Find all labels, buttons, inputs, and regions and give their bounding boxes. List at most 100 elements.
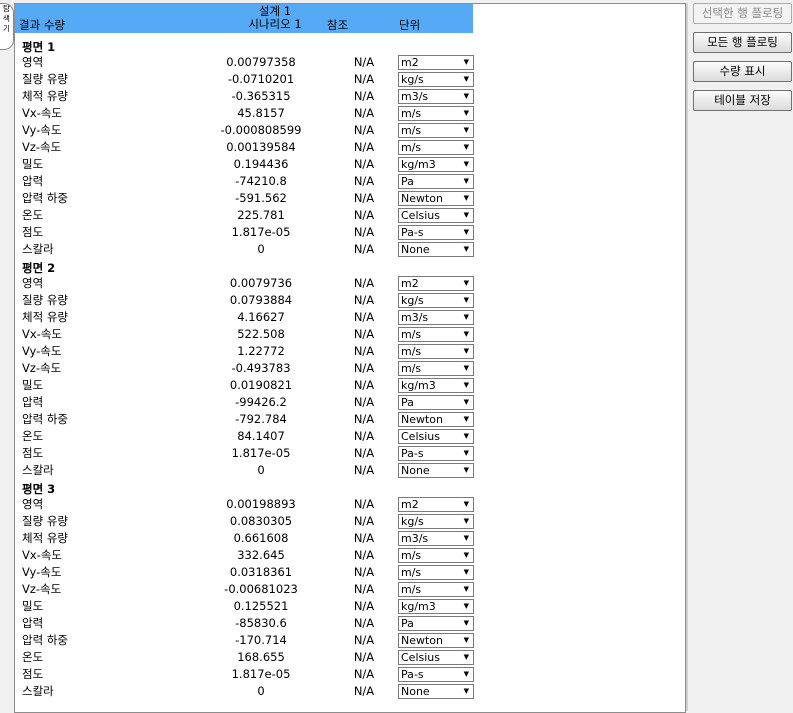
table-row[interactable]: 밀도 0.0190821 N/A kg/m3 ▼ [15,377,485,394]
table-row[interactable]: 압력 -99426.2 N/A Pa ▼ [15,394,485,411]
unit-select[interactable]: Pa ▼ [398,616,474,631]
plot-selected-rows-button[interactable]: 선택한 행 플로팅 [693,3,792,24]
unit-select[interactable]: kg/s ▼ [398,72,474,87]
unit-select[interactable]: None ▼ [398,242,474,257]
plot-all-rows-button[interactable]: 모든 행 플로팅 [693,32,792,53]
table-row[interactable]: 압력 하중 -591.562 N/A Newton ▼ [15,190,485,207]
table-row[interactable]: Vy-속도 1.22772 N/A m/s ▼ [15,343,485,360]
show-quantity-button[interactable]: 수량 표시 [693,61,792,82]
unit-select[interactable]: None ▼ [398,463,474,478]
table-row[interactable]: 체적 유량 0.661608 N/A m3/s ▼ [15,530,485,547]
unit-select[interactable]: Pa-s ▼ [398,446,474,461]
table-row[interactable]: Vz-속도 -0.493783 N/A m/s ▼ [15,360,485,377]
header-scenario[interactable]: 시나리오 1 [225,18,325,31]
dropdown-arrow-icon: ▼ [463,296,469,304]
unit-select[interactable]: m/s ▼ [398,548,474,563]
unit-select[interactable]: Celsius ▼ [398,429,474,444]
table-row[interactable]: 점도 1.817e-05 N/A Pa-s ▼ [15,666,485,683]
table-row[interactable]: 압력 -85830.6 N/A Pa ▼ [15,615,485,632]
table-row[interactable]: 질량 유량 0.0793884 N/A kg/s ▼ [15,292,485,309]
table-row[interactable]: Vx-속도 332.645 N/A m/s ▼ [15,547,485,564]
unit-select[interactable]: Newton ▼ [398,191,474,206]
unit-select[interactable]: m/s ▼ [398,361,474,376]
unit-select[interactable]: m/s ▼ [398,123,474,138]
table-row[interactable]: 질량 유량 -0.0710201 N/A kg/s ▼ [15,71,485,88]
table-row[interactable]: 압력 하중 -170.714 N/A Newton ▼ [15,632,485,649]
table-row[interactable]: 압력 -74210.8 N/A Pa ▼ [15,173,485,190]
unit-select[interactable]: Newton ▼ [398,633,474,648]
table-row[interactable]: 온도 168.655 N/A Celsius ▼ [15,649,485,666]
dropdown-arrow-icon: ▼ [463,415,469,423]
unit-select[interactable]: Celsius ▼ [398,650,474,665]
table-row[interactable]: 점도 1.817e-05 N/A Pa-s ▼ [15,224,485,241]
dropdown-arrow-icon: ▼ [463,245,469,253]
explorer-side-tab[interactable]: 탐 색 기 [0,3,14,50]
table-row[interactable]: 영역 0.00797358 N/A m2 ▼ [15,54,485,71]
unit-select[interactable]: m/s ▼ [398,565,474,580]
unit-select[interactable]: Celsius ▼ [398,208,474,223]
reference-value: N/A [353,514,375,528]
table-row[interactable]: Vy-속도 0.0318361 N/A m/s ▼ [15,564,485,581]
reference-value: N/A [353,633,375,647]
header-reference[interactable]: 참조 [327,19,348,32]
unit-select[interactable]: kg/m3 ▼ [398,378,474,393]
unit-select-value: m2 [401,498,419,511]
header-unit[interactable]: 단위 [399,19,420,32]
reference-value: N/A [353,582,375,596]
unit-select[interactable]: m/s ▼ [398,582,474,597]
table-row[interactable]: 온도 225.781 N/A Celsius ▼ [15,207,485,224]
quantity-name: 온도 [22,650,44,664]
table-row[interactable]: 밀도 0.194436 N/A kg/m3 ▼ [15,156,485,173]
table-row[interactable]: 온도 84.1407 N/A Celsius ▼ [15,428,485,445]
quantity-value: 0 [257,242,265,256]
table-row[interactable]: 스칼라 0 N/A None ▼ [15,683,485,700]
table-row[interactable]: 압력 하중 -792.784 N/A Newton ▼ [15,411,485,428]
unit-select[interactable]: m/s ▼ [398,140,474,155]
table-row[interactable]: Vz-속도 -0.00681023 N/A m/s ▼ [15,581,485,598]
table-row[interactable]: 점도 1.817e-05 N/A Pa-s ▼ [15,445,485,462]
quantity-name: Vz-속도 [22,140,62,154]
table-row[interactable]: Vy-속도 -0.000808599 N/A m/s ▼ [15,122,485,139]
header-quantity[interactable]: 결과 수량 [19,19,65,32]
unit-select[interactable]: m/s ▼ [398,106,474,121]
unit-select[interactable]: m3/s ▼ [398,531,474,546]
group-title-row[interactable]: 평면 2 [15,258,485,275]
panel-divider[interactable] [686,3,688,711]
unit-select[interactable]: m/s ▼ [398,344,474,359]
unit-select[interactable]: Pa ▼ [398,174,474,189]
table-row[interactable]: 스칼라 0 N/A None ▼ [15,241,485,258]
unit-select[interactable]: m2 ▼ [398,55,474,70]
unit-select[interactable]: Pa-s ▼ [398,225,474,240]
group-title-row[interactable]: 평면 3 [15,479,485,496]
group-title-row[interactable]: 평면 1 [15,37,485,54]
unit-select-value: m3/s [401,532,429,545]
table-row[interactable]: Vx-속도 522.508 N/A m/s ▼ [15,326,485,343]
table-row[interactable]: Vx-속도 45.8157 N/A m/s ▼ [15,105,485,122]
table-row[interactable]: 질량 유량 0.0830305 N/A kg/s ▼ [15,513,485,530]
unit-select[interactable]: kg/s ▼ [398,293,474,308]
table-row[interactable]: 체적 유량 4.16627 N/A m3/s ▼ [15,309,485,326]
quantity-name: 밀도 [22,157,44,171]
table-row[interactable]: 스칼라 0 N/A None ▼ [15,462,485,479]
table-row[interactable]: Vz-속도 0.00139584 N/A m/s ▼ [15,139,485,156]
unit-select[interactable]: Newton ▼ [398,412,474,427]
unit-select[interactable]: Pa-s ▼ [398,667,474,682]
unit-select[interactable]: Pa ▼ [398,395,474,410]
dropdown-arrow-icon: ▼ [463,551,469,559]
table-row[interactable]: 영역 0.0079736 N/A m2 ▼ [15,275,485,292]
table-row[interactable]: 체적 유량 -0.365315 N/A m3/s ▼ [15,88,485,105]
quantity-value: 0.00797358 [226,55,296,69]
unit-select[interactable]: m2 ▼ [398,276,474,291]
unit-select[interactable]: m3/s ▼ [398,310,474,325]
unit-select[interactable]: m/s ▼ [398,327,474,342]
unit-select[interactable]: m2 ▼ [398,497,474,512]
unit-select[interactable]: kg/s ▼ [398,514,474,529]
unit-select[interactable]: m3/s ▼ [398,89,474,104]
unit-select[interactable]: kg/m3 ▼ [398,599,474,614]
table-row[interactable]: 밀도 0.125521 N/A kg/m3 ▼ [15,598,485,615]
save-table-button[interactable]: 테이블 저장 [693,90,792,111]
dropdown-arrow-icon: ▼ [463,653,469,661]
table-row[interactable]: 영역 0.00198893 N/A m2 ▼ [15,496,485,513]
unit-select[interactable]: None ▼ [398,684,474,699]
unit-select[interactable]: kg/m3 ▼ [398,157,474,172]
